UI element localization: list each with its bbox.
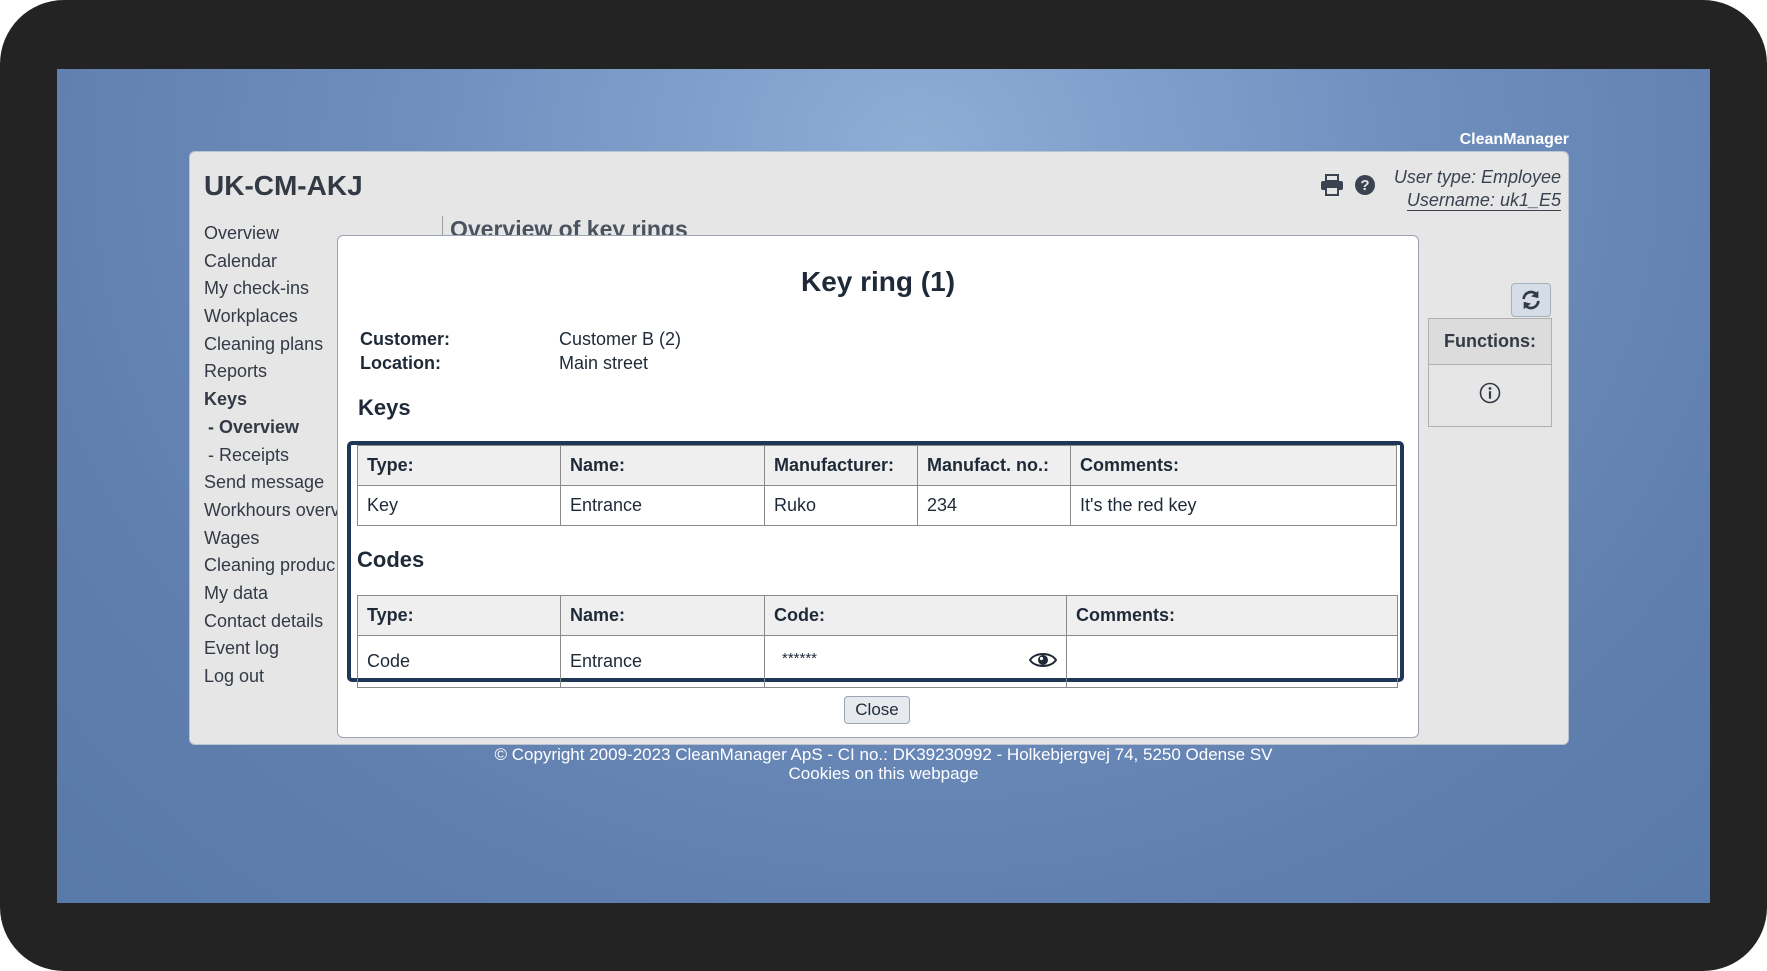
- key-ring-details: Customer: Customer B (2) Location: Main …: [360, 327, 681, 375]
- column-header: Name:: [560, 445, 765, 486]
- sidebar-item-send-message[interactable]: Send message: [204, 469, 340, 497]
- table-cell: 234: [917, 485, 1071, 526]
- modal-title: Key ring (1): [800, 266, 956, 297]
- sidebar-item-calendar[interactable]: Calendar: [204, 248, 340, 276]
- user-type: User type: Employee: [1393, 167, 1561, 187]
- keys-table: Type: Name: Manufacturer: Manufact. no.:…: [357, 445, 1397, 526]
- help-icon[interactable]: ?: [1354, 174, 1376, 196]
- sidebar-item-wages[interactable]: Wages: [204, 525, 340, 553]
- column-header: Manufacturer:: [764, 445, 918, 486]
- page-heading: Overview of key rings: [442, 216, 688, 236]
- username-link[interactable]: Username: uk1_E5: [1406, 190, 1561, 211]
- device-frame: CleanManager UK-CM-AKJ ? User type: Empl…: [0, 0, 1767, 971]
- customer-label: Customer:: [360, 329, 451, 349]
- table-header-row: Type: Name: Manufacturer: Manufact. no.:…: [357, 445, 1397, 486]
- table-cell: Entrance: [560, 485, 765, 526]
- eye-icon[interactable]: [1029, 651, 1057, 669]
- cookies-link[interactable]: Cookies on this webpage: [57, 764, 1710, 783]
- customer-value: Customer B (2): [559, 329, 682, 349]
- table-cell: [1066, 635, 1398, 688]
- refresh-icon: [1522, 290, 1540, 310]
- key-rings-table: Functions:: [1428, 318, 1552, 427]
- column-header: Code:: [764, 595, 1067, 636]
- column-header: Type:: [357, 595, 561, 636]
- sidebar-item-log-out[interactable]: Log out: [204, 663, 340, 691]
- keys-section-title: Keys: [358, 395, 411, 420]
- sidebar-item-cleaning-products[interactable]: Cleaning produc: [204, 552, 340, 580]
- table-cell: Code: [357, 635, 561, 688]
- table-row: Key Entrance Ruko 234 It's the red key: [357, 485, 1397, 526]
- sidebar-item-my-data[interactable]: My data: [204, 580, 340, 608]
- screen: CleanManager UK-CM-AKJ ? User type: Empl…: [57, 69, 1710, 903]
- column-header: Comments:: [1070, 445, 1397, 486]
- sidebar-item-my-check-ins[interactable]: My check-ins: [204, 275, 340, 303]
- sidebar-item-reports[interactable]: Reports: [204, 358, 340, 386]
- sidebar-item-keys[interactable]: Keys: [204, 386, 340, 414]
- brand-label: CleanManager: [1459, 131, 1569, 148]
- sidebar-subitem-keys-receipts[interactable]: - Receipts: [204, 442, 340, 470]
- functions-cell: [1428, 364, 1552, 427]
- location-label: Location:: [360, 353, 441, 373]
- close-button[interactable]: Close: [844, 696, 910, 724]
- key-ring-modal: Key ring (1) Customer: Customer B (2) Lo…: [337, 235, 1419, 738]
- refresh-button[interactable]: [1511, 283, 1551, 317]
- column-header: Type:: [357, 445, 561, 486]
- sidebar-item-workplaces[interactable]: Workplaces: [204, 303, 340, 331]
- sidebar-nav: Overview Calendar My check-ins Workplace…: [204, 220, 340, 691]
- table-row: Code Entrance ******: [357, 635, 1398, 688]
- footer: © Copyright 2009-2023 CleanManager ApS -…: [57, 745, 1710, 783]
- copyright-text: © Copyright 2009-2023 CleanManager ApS -…: [494, 745, 1273, 764]
- sidebar-item-event-log[interactable]: Event log: [204, 635, 340, 663]
- sidebar-item-contact-details[interactable]: Contact details: [204, 608, 340, 636]
- svg-text:?: ?: [1360, 177, 1369, 194]
- user-info: User type: Employee Username: uk1_E5: [1394, 166, 1561, 212]
- table-cell: ******: [764, 635, 1067, 688]
- masked-code: ******: [782, 650, 818, 667]
- codes-section-title: Codes: [357, 547, 425, 572]
- location-value: Main street: [559, 353, 649, 373]
- column-header: Manufact. no.:: [917, 445, 1071, 486]
- sidebar-item-cleaning-plans[interactable]: Cleaning plans: [204, 331, 340, 359]
- info-icon[interactable]: [1479, 382, 1501, 404]
- sidebar-subitem-keys-overview[interactable]: - Overview: [204, 414, 340, 442]
- column-header: Comments:: [1066, 595, 1398, 636]
- table-header-row: Type: Name: Code: Comments:: [357, 595, 1398, 636]
- table-cell: Entrance: [560, 635, 765, 688]
- codes-table: Type: Name: Code: Comments: Code Entranc…: [357, 595, 1398, 688]
- functions-header: Functions:: [1428, 318, 1552, 365]
- table-cell: It's the red key: [1070, 485, 1397, 526]
- top-icons: ?: [1320, 174, 1376, 196]
- column-header: Name:: [560, 595, 765, 636]
- sidebar-item-overview[interactable]: Overview: [204, 220, 340, 248]
- table-cell: Ruko: [764, 485, 918, 526]
- table-cell: Key: [357, 485, 561, 526]
- print-icon[interactable]: [1320, 174, 1344, 196]
- app-title: UK-CM-AKJ: [204, 170, 363, 201]
- sidebar-item-workhours-overview[interactable]: Workhours overv: [204, 497, 340, 525]
